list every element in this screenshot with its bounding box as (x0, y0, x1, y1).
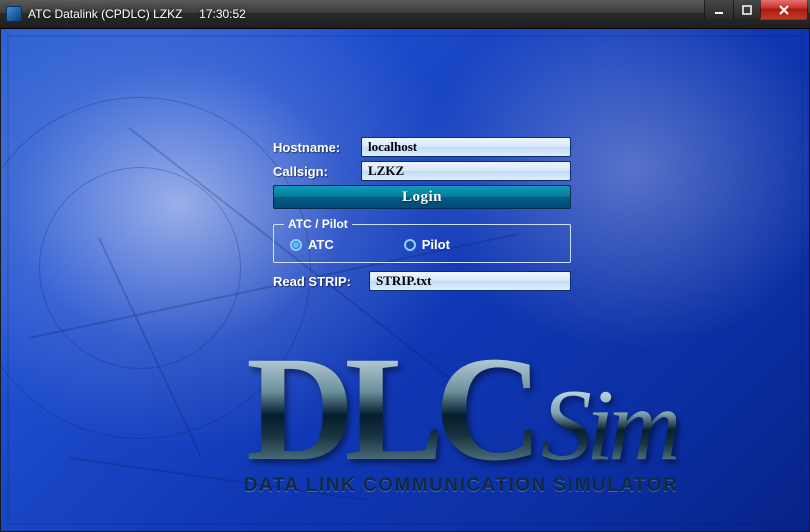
role-fieldset: ATC / Pilot ATC Pilot (273, 217, 571, 263)
login-button[interactable]: Login (273, 185, 571, 209)
branding-logo: DLC Sim DATA LINK COMMUNICATION SIMULATO… (141, 349, 781, 497)
strip-label: Read STRIP: (273, 274, 369, 289)
role-radio-pilot-label: Pilot (422, 237, 450, 252)
window-title: ATC Datalink (CPDLC) LZKZ 17:30:52 (28, 7, 246, 21)
callsign-row: Callsign: (273, 161, 571, 181)
login-form: Hostname: Callsign: Login ATC / Pilot AT… (273, 137, 571, 295)
window-titlebar: ATC Datalink (CPDLC) LZKZ 17:30:52 (0, 0, 810, 29)
close-button[interactable] (760, 0, 808, 20)
strip-input[interactable] (369, 271, 571, 291)
window-controls (705, 0, 808, 20)
strip-row: Read STRIP: (273, 271, 571, 291)
callsign-label: Callsign: (273, 164, 361, 179)
radio-selected-icon (290, 239, 302, 251)
radio-unselected-icon (404, 239, 416, 251)
role-legend: ATC / Pilot (284, 217, 352, 231)
client-area: Hostname: Callsign: Login ATC / Pilot AT… (0, 29, 810, 532)
maximize-button[interactable] (733, 0, 761, 20)
hostname-label: Hostname: (273, 140, 361, 155)
callsign-input[interactable] (361, 161, 571, 181)
role-radio-pilot[interactable]: Pilot (404, 237, 450, 252)
hostname-input[interactable] (361, 137, 571, 157)
logo-main-text: DLC (246, 349, 533, 469)
role-radio-atc-label: ATC (308, 237, 334, 252)
logo-suffix-text: Sim (541, 385, 676, 467)
app-icon (6, 6, 22, 22)
role-radio-atc[interactable]: ATC (290, 237, 334, 252)
hostname-row: Hostname: (273, 137, 571, 157)
logo-subtitle: DATA LINK COMMUNICATION SIMULATOR (141, 475, 781, 497)
minimize-button[interactable] (704, 0, 734, 20)
